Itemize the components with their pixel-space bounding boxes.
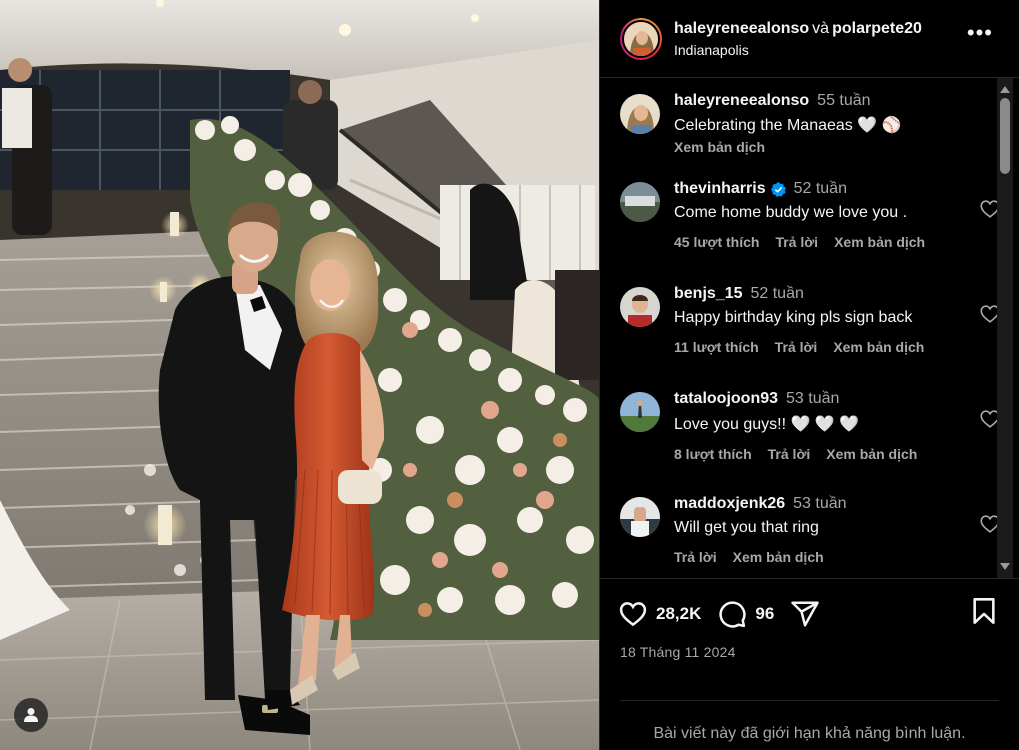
save-button[interactable]: [971, 597, 997, 630]
translate-link[interactable]: Xem bản dịch: [733, 549, 824, 565]
comment-item: maddoxjenk26 53 tuần Will get you that r…: [620, 495, 1000, 578]
reply-button[interactable]: Trả lời: [775, 234, 818, 250]
post-sidebar: haleyreneealonso và polarpete20 Indianapol…: [599, 0, 1019, 750]
comment-username[interactable]: thevinharris: [674, 180, 766, 198]
heart-icon: [619, 601, 647, 626]
scroll-up-arrow-icon[interactable]: [1000, 86, 1010, 93]
comments-scrollbar[interactable]: [997, 78, 1013, 578]
scrollbar-thumb[interactable]: [1000, 98, 1010, 174]
caption-translate-link[interactable]: Xem bản dịch: [674, 139, 765, 155]
post-caption: haleyreneealonso 55 tuần Celebrating the…: [620, 92, 977, 180]
like-count[interactable]: 28,2K: [656, 604, 701, 624]
comment-item: thevinharris 52 tuần Come home buddy we …: [620, 180, 1000, 285]
comment-avatar[interactable]: [620, 182, 660, 222]
comment-username[interactable]: maddoxjenk26: [674, 495, 785, 513]
caption-username[interactable]: haleyreneealonso: [674, 92, 809, 110]
comment-username[interactable]: tataloojoon93: [674, 390, 778, 408]
post-date[interactable]: 18 Tháng 11 2024: [618, 644, 999, 660]
comment-text: Will get you that ring: [674, 519, 819, 536]
coauthor-username[interactable]: polarpete20: [832, 20, 922, 37]
comment-time[interactable]: 52 tuần: [750, 285, 803, 303]
comment-time[interactable]: 52 tuần: [794, 180, 847, 198]
comment-item: benjs_15 52 tuần Happy birthday king pls…: [620, 285, 1000, 390]
caption-text: Celebrating the Manaeas 🤍 ⚾: [674, 117, 902, 134]
post-modal: haleyreneealonso và polarpete20 Indianapol…: [0, 0, 1019, 750]
comment-text: Happy birthday king pls sign back: [674, 309, 913, 326]
bookmark-icon: [973, 598, 995, 624]
reply-button[interactable]: Trả lời: [775, 339, 818, 355]
post-image: [0, 0, 599, 750]
comment-likes[interactable]: 11 lượt thích: [674, 339, 759, 355]
authors-joiner: và: [812, 19, 830, 37]
comment-avatar[interactable]: [620, 287, 660, 327]
author-avatar[interactable]: [620, 17, 662, 60]
comment-text: Love you guys!! 🤍 🤍 🤍: [674, 416, 860, 433]
reply-button[interactable]: Trả lời: [674, 549, 717, 565]
post-actions: 28,2K 96 18 Tháng 11 2024: [600, 578, 1019, 680]
comment-likes[interactable]: 8 lượt thích: [674, 446, 752, 462]
comments-limited-notice: Bài viết này đã giới hạn khả năng bình l…: [620, 700, 999, 743]
comment-item: tataloojoon93 53 tuần Love you guys!! 🤍 …: [620, 390, 1000, 495]
verified-badge-icon: [770, 181, 786, 197]
translate-link[interactable]: Xem bản dịch: [834, 234, 925, 250]
caption-time[interactable]: 55 tuần: [817, 92, 870, 110]
more-horizontal-icon: •••: [966, 20, 993, 45]
comment-time[interactable]: 53 tuần: [793, 495, 846, 513]
tagged-users-button[interactable]: [14, 698, 48, 732]
like-button[interactable]: 28,2K: [618, 599, 701, 629]
post-authors: haleyreneealonso và polarpete20: [674, 20, 922, 38]
post-location[interactable]: Indianapolis: [674, 42, 922, 58]
comments-section[interactable]: haleyreneealonso 55 tuần Celebrating the…: [600, 78, 1019, 578]
share-button[interactable]: [790, 599, 820, 629]
comment-time[interactable]: 53 tuần: [786, 390, 839, 408]
author-username[interactable]: haleyreneealonso: [674, 20, 809, 37]
scroll-down-arrow-icon[interactable]: [1000, 563, 1010, 570]
comment-avatar[interactable]: [620, 497, 660, 537]
caption-avatar[interactable]: [620, 94, 660, 134]
comment-icon: [719, 600, 746, 628]
user-icon: [24, 708, 38, 722]
reply-button[interactable]: Trả lời: [768, 446, 811, 462]
comment-button[interactable]: 96: [717, 599, 774, 629]
more-options-button[interactable]: •••: [967, 22, 993, 44]
comment-text: Come home buddy we love you .: [674, 204, 908, 221]
comment-count[interactable]: 96: [755, 604, 774, 624]
comment-likes[interactable]: 45 lượt thích: [674, 234, 759, 250]
post-header: haleyreneealonso và polarpete20 Indianapol…: [600, 0, 1019, 78]
comment-avatar[interactable]: [620, 392, 660, 432]
translate-link[interactable]: Xem bản dịch: [826, 446, 917, 462]
post-photo[interactable]: [0, 0, 599, 750]
translate-link[interactable]: Xem bản dịch: [833, 339, 924, 355]
comment-username[interactable]: benjs_15: [674, 285, 742, 303]
share-icon: [791, 601, 820, 626]
